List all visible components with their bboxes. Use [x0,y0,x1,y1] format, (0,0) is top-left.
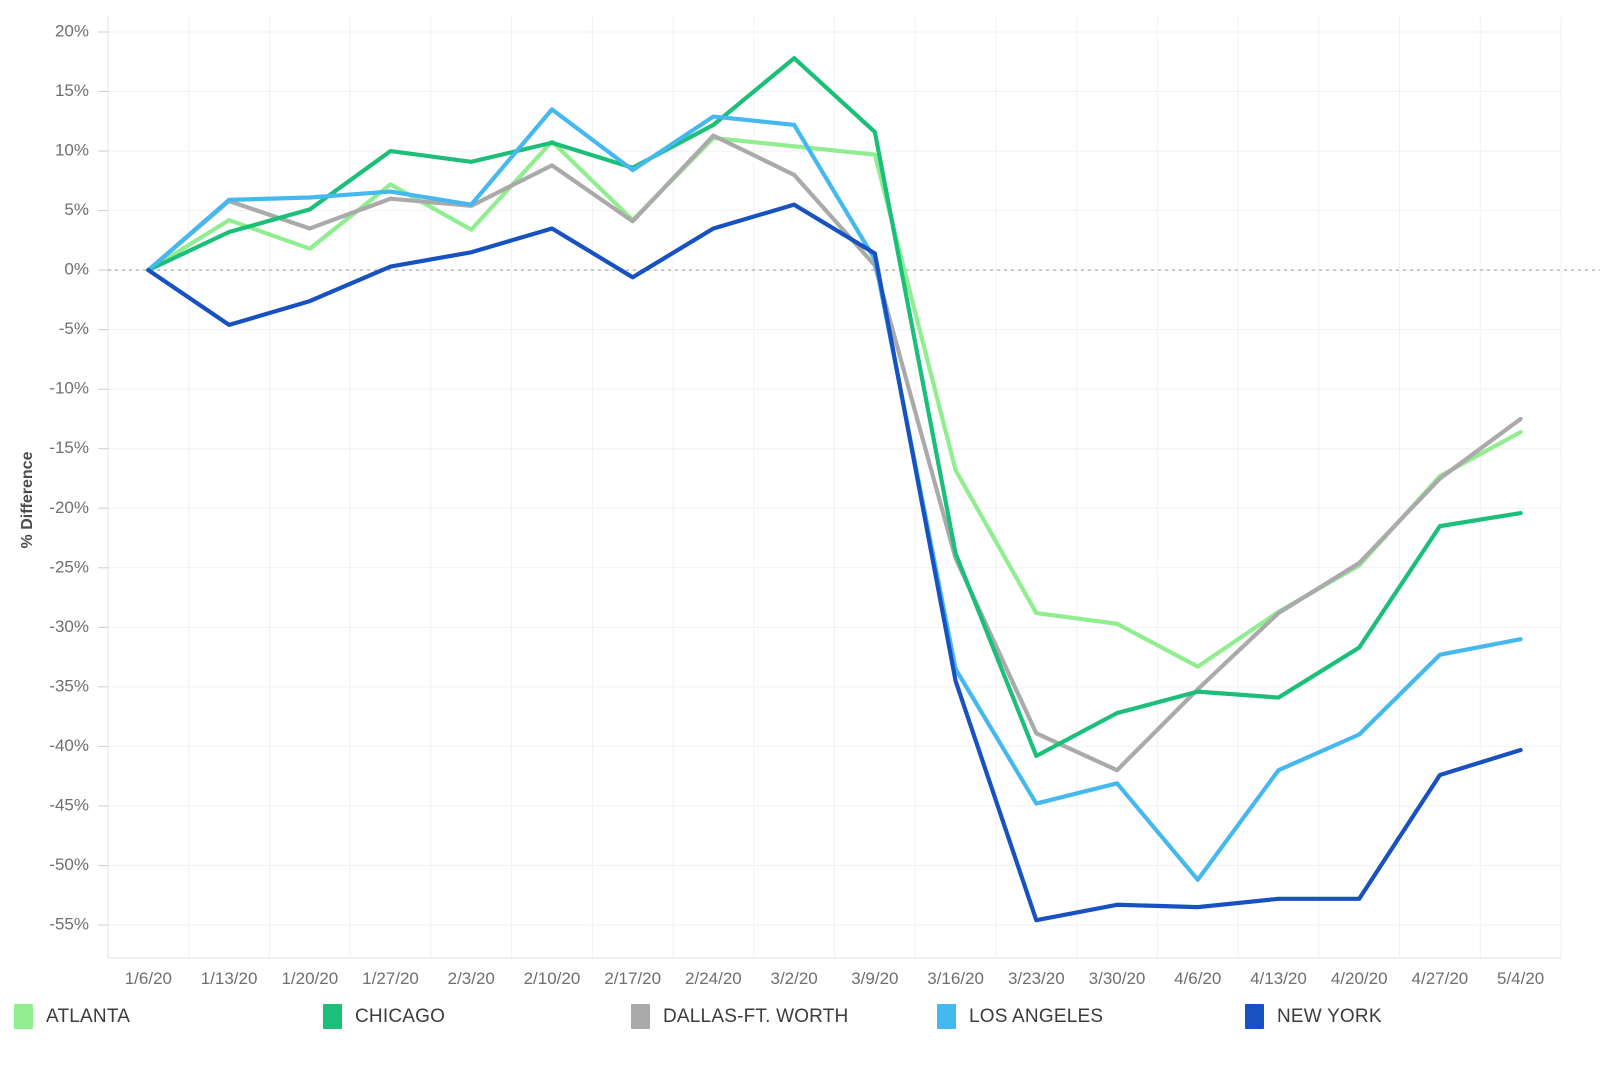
x-axis-tick-labels: 1/6/20 1/13/20 1/20/20 1/27/20 2/3/20 2/10/20… [125,969,1545,988]
legend-color-swatch [1245,1004,1264,1029]
x-axis-tick-label: 4/6/20 [1174,969,1221,988]
y-axis-tick-label: -20% [49,498,89,517]
legend-item-new-york[interactable]: NEW YORK [1245,1004,1545,1029]
x-axis-tick-label: 3/9/20 [851,969,898,988]
legend-item-label: LOS ANGELES [969,1005,1104,1027]
y-axis-tick-label: -25% [49,557,89,576]
y-axis-tick-label: 15% [55,81,89,100]
y-axis-tick-label: -45% [49,795,89,814]
x-axis-tick-label: 1/6/20 [125,969,172,988]
legend-item-chicago[interactable]: CHICAGO [323,1004,623,1029]
x-axis-tick-label: 3/2/20 [771,969,818,988]
y-axis-tick-label: 10% [55,141,89,160]
legend-item-atlanta[interactable]: ATLANTA [14,1004,314,1029]
y-axis-tick-label: -50% [49,855,89,874]
legend-item-label: NEW YORK [1277,1005,1382,1027]
legend-item-label: ATLANTA [46,1005,131,1027]
x-axis-tick-label: 1/13/20 [201,969,258,988]
y-axis-tick-label: 5% [64,200,89,219]
y-axis-tick-label: 0% [64,260,89,279]
x-axis-tick-label: 4/20/20 [1331,969,1388,988]
y-axis-tick-label: 20% [55,21,89,40]
x-axis-tick-label: 2/17/20 [604,969,661,988]
x-axis-tick-label: 2/24/20 [685,969,742,988]
y-axis-tick-label: -5% [59,319,89,338]
x-axis-tick-label: 4/13/20 [1250,969,1307,988]
y-axis-tick-label: -30% [49,617,89,636]
y-axis-tick-label: -55% [49,914,89,933]
legend-item-label: CHICAGO [355,1005,446,1027]
y-axis-tick-label: -10% [49,379,89,398]
y-axis-tick-label: -35% [49,676,89,695]
chart-legend: ATLANTA CHICAGO DALLAS-FT. WORTH LOS ANGELE… [0,996,1600,1067]
legend-item-label: DALLAS-FT. WORTH [663,1005,849,1027]
legend-color-swatch [323,1004,342,1029]
x-axis-tick-label: 3/30/20 [1089,969,1146,988]
chart-page: 20% 15% 10% 5% 0% -5% -10% -15% -20% -25% -30% -35%… [0,0,1600,1067]
x-axis-tick-label: 3/23/20 [1008,969,1065,988]
legend-color-swatch [937,1004,956,1029]
legend-color-swatch [14,1004,33,1029]
x-axis-tick-label: 2/10/20 [524,969,581,988]
x-axis-tick-label: 5/4/20 [1497,969,1544,988]
gridlines [107,16,1562,958]
chart-canvas: 20% 15% 10% 5% 0% -5% -10% -15% -20% -25% -30% -35%… [19,16,1600,988]
x-axis-tick-label: 2/3/20 [448,969,495,988]
x-axis-tick-label: 4/27/20 [1412,969,1469,988]
x-axis-tick-label: 1/27/20 [362,969,419,988]
line-chart: 20% 15% 10% 5% 0% -5% -10% -15% -20% -25% -30% -35%… [0,0,1600,995]
y-axis-tick-label: -40% [49,736,89,755]
legend-color-swatch [631,1004,650,1029]
legend-item-los-angeles[interactable]: LOS ANGELES [937,1004,1237,1029]
y-axis-title: % Difference [19,451,36,548]
y-axis-tick-label: -15% [49,438,89,457]
y-axis-tick-labels: 20% 15% 10% 5% 0% -5% -10% -15% -20% -25% -30% -35%… [49,21,108,933]
x-axis-tick-label: 3/16/20 [927,969,984,988]
legend-item-dallas-ft-worth[interactable]: DALLAS-FT. WORTH [631,1004,931,1029]
x-axis-tick-label: 1/20/20 [281,969,338,988]
